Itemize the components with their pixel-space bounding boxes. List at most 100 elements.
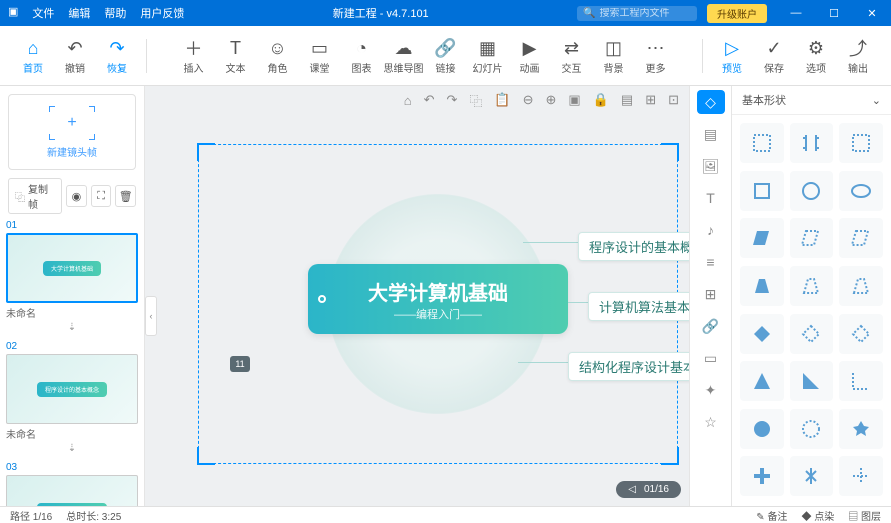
menu-feedback[interactable]: 用户反馈: [140, 5, 184, 21]
fit-icon[interactable]: ▣: [568, 92, 580, 108]
grid-icon[interactable]: ⊞: [645, 92, 656, 108]
layers-icon[interactable]: ▤: [621, 92, 633, 108]
shapes-tab-icon[interactable]: ◇: [697, 90, 725, 114]
paste-icon[interactable]: 📋: [494, 92, 510, 108]
ribbon-思维导图[interactable]: ☁思维导图: [383, 31, 425, 81]
ribbon-动画[interactable]: ▶动画: [509, 31, 551, 81]
effect-tab-icon[interactable]: ✦: [697, 378, 725, 402]
collapse-left-button[interactable]: ‹: [145, 296, 157, 336]
ribbon-交互[interactable]: ⇄交互: [551, 31, 593, 81]
frame-tab-icon[interactable]: ▭: [697, 346, 725, 370]
list-tab-icon[interactable]: ≡: [697, 250, 725, 274]
ribbon-输出[interactable]: ⤴输出: [837, 31, 879, 81]
frame-badge: 11: [230, 356, 250, 372]
ribbon-图表[interactable]: ◔图表: [341, 31, 383, 81]
close-button[interactable]: ✕: [853, 0, 891, 26]
ribbon-保存[interactable]: ✓保存: [753, 31, 795, 81]
chevron-down-icon: ⌄: [872, 94, 881, 107]
shape-8[interactable]: [839, 218, 883, 258]
menu-file[interactable]: 文件: [32, 5, 54, 21]
zoom-in-icon[interactable]: ⊕: [546, 92, 557, 108]
topic-3[interactable]: 结构化程序设计基本: [568, 352, 707, 381]
slide-thumb-02[interactable]: 02 程序设计的基本概念 未命名 ⇣: [6, 341, 138, 454]
slide-title-box[interactable]: 大学计算机基础 ——编程入门——: [308, 264, 568, 334]
shape-12[interactable]: [740, 314, 784, 354]
images-tab-icon[interactable]: 🖼: [697, 154, 725, 178]
transition-icon[interactable]: ⇣: [6, 322, 138, 333]
shape-14[interactable]: [839, 314, 883, 354]
status-render[interactable]: ◆ 点染: [801, 508, 834, 523]
copy-icon[interactable]: ⿻: [469, 91, 482, 110]
shape-16[interactable]: [790, 361, 834, 401]
shape-23[interactable]: [839, 456, 883, 496]
shape-2[interactable]: [839, 123, 883, 163]
copy-frame-button[interactable]: ⿻复制帧: [8, 178, 62, 214]
shape-11[interactable]: [839, 266, 883, 306]
shape-9[interactable]: [740, 266, 784, 306]
shape-4[interactable]: [790, 171, 834, 211]
shape-21[interactable]: [740, 456, 784, 496]
slide-thumb-03[interactable]: 03 程序设计的基本概念 未命名 ⇣: [6, 462, 138, 506]
minimize-button[interactable]: —: [777, 0, 815, 26]
camera-button[interactable]: ◉: [66, 185, 87, 207]
maximize-button[interactable]: ☐: [815, 0, 853, 26]
shapes-category-dropdown[interactable]: 基本形状 ⌄: [732, 86, 891, 115]
zoom-out-icon[interactable]: ⊖: [523, 92, 534, 108]
shape-13[interactable]: [790, 314, 834, 354]
home-icon[interactable]: ⌂: [404, 93, 412, 108]
menu-edit[interactable]: 编辑: [68, 5, 90, 21]
ribbon-撤销[interactable]: ↶撤销: [54, 31, 96, 81]
shape-0[interactable]: [740, 123, 784, 163]
menu-help[interactable]: 帮助: [104, 5, 126, 21]
ribbon-课堂[interactable]: ▭课堂: [299, 31, 341, 81]
delete-button[interactable]: 🗑: [115, 185, 136, 207]
shape-5[interactable]: [839, 171, 883, 211]
shape-1[interactable]: [790, 123, 834, 163]
redo-icon[interactable]: ↷: [446, 92, 457, 108]
search-box[interactable]: 🔍: [577, 6, 697, 21]
shape-20[interactable]: [839, 409, 883, 449]
page-indicator[interactable]: ◁ 01/16: [616, 481, 681, 498]
ribbon-更多[interactable]: ⋯更多: [635, 31, 677, 81]
shape-17[interactable]: [839, 361, 883, 401]
ribbon-预览[interactable]: ▷预览: [711, 31, 753, 81]
ribbon-角色[interactable]: ☺角色: [257, 31, 299, 81]
new-slide-button[interactable]: + 新建镜头帧: [8, 94, 136, 170]
shape-19[interactable]: [790, 409, 834, 449]
plus-icon: +: [67, 114, 76, 132]
shape-15[interactable]: [740, 361, 784, 401]
ribbon-背景[interactable]: ◫背景: [593, 31, 635, 81]
prev-page-icon[interactable]: ◁: [628, 484, 636, 495]
shape-18[interactable]: [740, 409, 784, 449]
music-tab-icon[interactable]: ♪: [697, 218, 725, 242]
settings-icon[interactable]: ⊡: [668, 92, 679, 108]
star-tab-icon[interactable]: ☆: [697, 410, 725, 434]
status-notes[interactable]: ✎ 备注: [756, 508, 787, 523]
shape-10[interactable]: [790, 266, 834, 306]
text-tab-icon[interactable]: T: [697, 186, 725, 210]
slide-thumb-01[interactable]: 01 大学计算机基础 未命名 ⇣: [6, 220, 138, 333]
crop-button[interactable]: ⛶: [91, 185, 112, 207]
search-input[interactable]: [599, 8, 679, 19]
upgrade-button[interactable]: 升级账户: [707, 4, 767, 23]
ribbon-链接[interactable]: 🔗链接: [425, 31, 467, 81]
widget-tab-icon[interactable]: ⊞: [697, 282, 725, 306]
ribbon-首页[interactable]: ⌂首页: [12, 31, 54, 81]
ribbon-选项[interactable]: ⚙选项: [795, 31, 837, 81]
slide-title: 大学计算机基础: [368, 277, 508, 306]
shape-6[interactable]: [740, 218, 784, 258]
shape-7[interactable]: [790, 218, 834, 258]
link-tab-icon[interactable]: 🔗: [697, 314, 725, 338]
shape-3[interactable]: [740, 171, 784, 211]
topic-2[interactable]: 计算机算法基本: [588, 292, 701, 321]
transition-icon[interactable]: ⇣: [6, 443, 138, 454]
undo-icon[interactable]: ↶: [424, 92, 435, 108]
status-layers[interactable]: ▤ 图层: [848, 508, 881, 523]
ribbon-文本[interactable]: T文本: [215, 31, 257, 81]
lock-icon[interactable]: 🔒: [593, 92, 609, 108]
shape-22[interactable]: [790, 456, 834, 496]
ribbon-幻灯片[interactable]: ▦幻灯片: [467, 31, 509, 81]
ribbon-恢复[interactable]: ↷恢复: [96, 31, 138, 81]
layers-tab-icon[interactable]: ▤: [697, 122, 725, 146]
ribbon-插入[interactable]: ＋插入: [173, 31, 215, 81]
